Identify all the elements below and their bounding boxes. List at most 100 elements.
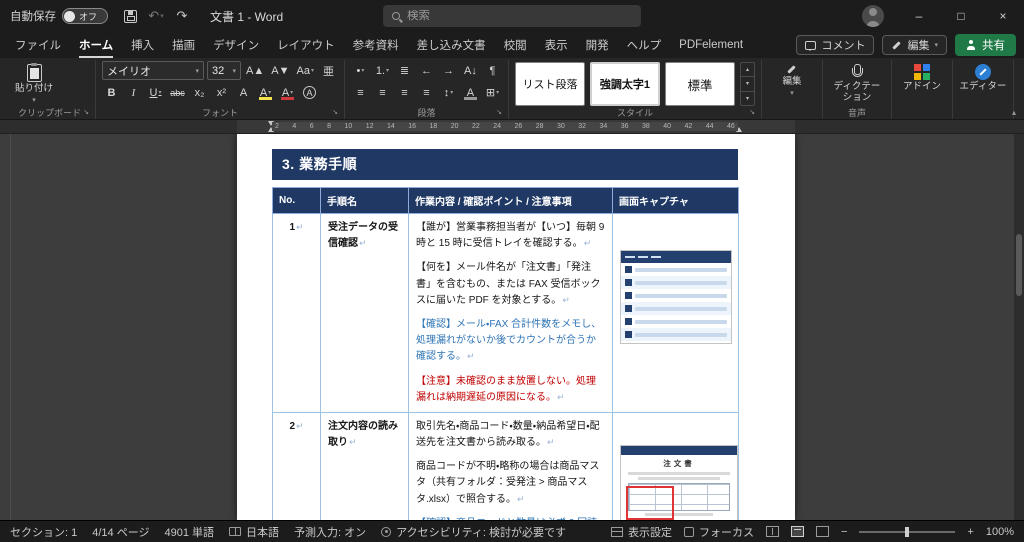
paste-button[interactable]: 貼り付け ▾ <box>10 61 58 105</box>
save-button[interactable] <box>118 4 142 28</box>
show-formatting-marks-button[interactable]: ¶ <box>483 61 502 80</box>
tab-home[interactable]: ホーム <box>70 32 122 58</box>
zoom-level[interactable]: 100% <box>986 526 1014 538</box>
capture-cell[interactable] <box>613 214 739 413</box>
tab-insert[interactable]: 挿入 <box>122 32 163 58</box>
shading-button[interactable]: A <box>461 83 480 102</box>
gallery-more-icon[interactable]: ▾ <box>741 92 754 105</box>
dictation-button[interactable]: ディクテーション <box>829 61 885 104</box>
tab-help[interactable]: ヘルプ <box>618 32 671 58</box>
close-button[interactable]: × <box>982 0 1024 32</box>
numbering-button[interactable]: 1.▾ <box>373 61 392 80</box>
zoom-slider[interactable] <box>859 531 955 533</box>
gallery-up-icon[interactable]: ▴ <box>741 63 754 77</box>
font-color-button[interactable]: A▾ <box>278 83 297 102</box>
share-button[interactable]: 共有 <box>955 34 1016 56</box>
enclose-characters-button[interactable]: A <box>300 83 319 102</box>
status-section[interactable]: セクション: 1 <box>10 524 77 540</box>
style-normal[interactable]: 標準 <box>665 62 735 106</box>
avatar[interactable] <box>862 5 884 27</box>
increase-indent-button[interactable]: → <box>439 61 458 80</box>
tab-mailings[interactable]: 差し込み文書 <box>408 32 495 58</box>
step-paragraph[interactable]: 商品コードが不明・略称の場合は商品マスタ（共有フォルダ：受発注 > 商品マスタ.… <box>416 459 605 508</box>
view-settings-button[interactable]: 表示設定 <box>611 524 672 540</box>
section-heading[interactable]: 3. 業務手順 <box>272 149 738 180</box>
superscript-button[interactable]: x² <box>212 83 231 102</box>
step-name-cell[interactable]: 注文内容の読み取り↵ <box>321 412 409 520</box>
comments-button[interactable]: コメント <box>796 35 874 55</box>
capture-cell[interactable]: 注文書 <box>613 412 739 520</box>
editing-mode-button[interactable]: 編集 ▾ <box>882 35 947 55</box>
align-right-button[interactable]: ≡ <box>395 83 414 102</box>
ruler[interactable]: 2468101214161820222426283032343638404244… <box>0 120 1024 134</box>
tab-layout[interactable]: レイアウト <box>268 32 344 58</box>
style-emphasis-bold1[interactable]: 強調太字1 <box>590 62 660 106</box>
dialog-launcher-icon[interactable]: ↘ <box>496 108 502 116</box>
collapse-ribbon-icon[interactable]: ▴ <box>1012 108 1016 117</box>
shrink-font-button[interactable]: A▼ <box>269 61 291 80</box>
dialog-launcher-icon[interactable]: ↘ <box>83 108 89 116</box>
search-input[interactable] <box>407 10 632 22</box>
tab-references[interactable]: 参考資料 <box>344 32 408 58</box>
step-details-cell[interactable]: 取引先名・商品コード・数量・納品希望日・配送先を注文書から読み取る。↵ 商品コー… <box>409 412 613 520</box>
tab-file[interactable]: ファイル <box>6 32 70 58</box>
tab-draw[interactable]: 描画 <box>163 32 204 58</box>
editor-button[interactable]: エディター <box>959 61 1007 93</box>
copilot-button[interactable]: Copilot <box>1020 61 1024 93</box>
ruby-button[interactable]: 亜 <box>319 61 338 80</box>
dialog-launcher-icon[interactable]: ↘ <box>332 108 338 116</box>
change-case-button[interactable]: Aa▾ <box>294 61 315 80</box>
multilevel-list-button[interactable]: ≣ <box>395 61 414 80</box>
dialog-launcher-icon[interactable]: ↘ <box>749 108 755 116</box>
web-layout-button[interactable] <box>816 526 829 537</box>
tab-design[interactable]: デザイン <box>204 32 268 58</box>
addins-button[interactable]: アドイン <box>898 61 946 93</box>
step-paragraph[interactable]: 取引先名・商品コード・数量・納品希望日・配送先を注文書から読み取る。↵ <box>416 419 605 451</box>
status-word-count[interactable]: 4901 単語 <box>164 524 214 540</box>
grow-font-button[interactable]: A▲ <box>244 61 266 80</box>
align-center-button[interactable]: ≡ <box>373 83 392 102</box>
step-number-cell[interactable]: 2↵ <box>273 412 321 520</box>
step-details-cell[interactable]: 【誰が】営業事務担当者が【いつ】毎朝 9 時と 15 時に受信トレイを確認する。… <box>409 214 613 413</box>
strikethrough-button[interactable]: abc <box>168 83 187 102</box>
tab-pdfelement[interactable]: PDFelement <box>670 32 752 58</box>
text-effects-button[interactable]: A <box>234 83 253 102</box>
highlight-button[interactable]: A▾ <box>256 83 275 102</box>
editing-menu-button[interactable]: 編集 ▾ <box>768 61 816 98</box>
step-name-cell[interactable]: 受注データの受信確認↵ <box>321 214 409 413</box>
status-accessibility[interactable]: アクセシビリティ: 検討が必要です <box>381 524 566 540</box>
undo-button[interactable]: ↶▾ <box>144 4 168 28</box>
borders-button[interactable]: ⊞▾ <box>483 83 502 102</box>
screenshot-thumbnail-inbox[interactable] <box>620 250 732 344</box>
minimize-button[interactable]: – <box>898 0 940 32</box>
redo-button[interactable]: ↷ <box>170 4 194 28</box>
bold-button[interactable]: B <box>102 83 121 102</box>
italic-button[interactable]: I <box>124 83 143 102</box>
justify-button[interactable]: ≡ <box>417 83 436 102</box>
gallery-down-icon[interactable]: ▾ <box>741 77 754 91</box>
print-layout-button[interactable] <box>791 526 804 537</box>
step-paragraph-caution[interactable]: 【注意】未確認のまま放置しない。処理漏れは納期遅延の原因になる。↵ <box>416 374 605 406</box>
zoom-out-button[interactable]: − <box>841 526 847 538</box>
align-left-button[interactable]: ≡ <box>351 83 370 102</box>
zoom-slider-knob[interactable] <box>905 527 909 537</box>
step-paragraph-check[interactable]: 【確認】メール・FAX 合計件数をメモし、処理漏れがないか後でカウントが合うか確… <box>416 317 605 366</box>
font-size-combobox[interactable]: 32 ▾ <box>207 61 241 80</box>
zoom-in-button[interactable]: + <box>967 526 973 538</box>
scrollbar-thumb[interactable] <box>1016 234 1022 296</box>
screenshot-thumbnail-order-form[interactable]: 注文書 <box>620 445 738 520</box>
decrease-indent-button[interactable]: ← <box>417 61 436 80</box>
step-paragraph-check[interactable]: 【確認】商品コードと数量は必ず 2 回読み返す。↵ <box>416 516 605 520</box>
bullets-button[interactable]: •▾ <box>351 61 370 80</box>
maximize-button[interactable]: □ <box>940 0 982 32</box>
subscript-button[interactable]: x₂ <box>190 83 209 102</box>
line-spacing-button[interactable]: ↕▾ <box>439 83 458 102</box>
tab-view[interactable]: 表示 <box>536 32 577 58</box>
read-mode-button[interactable] <box>766 526 779 537</box>
status-text-prediction[interactable]: 予測入力: オン <box>294 524 366 540</box>
step-number-cell[interactable]: 1↵ <box>273 214 321 413</box>
search-box[interactable] <box>383 5 641 27</box>
step-paragraph[interactable]: 【誰が】営業事務担当者が【いつ】毎朝 9 時と 15 時に受信トレイを確認する。… <box>416 220 605 252</box>
document-page[interactable]: 3. 業務手順 No. 手順名 作業内容 / 確認ポイント / 注意事項 画面キ… <box>237 134 795 520</box>
focus-mode-button[interactable]: フォーカス <box>684 524 754 540</box>
